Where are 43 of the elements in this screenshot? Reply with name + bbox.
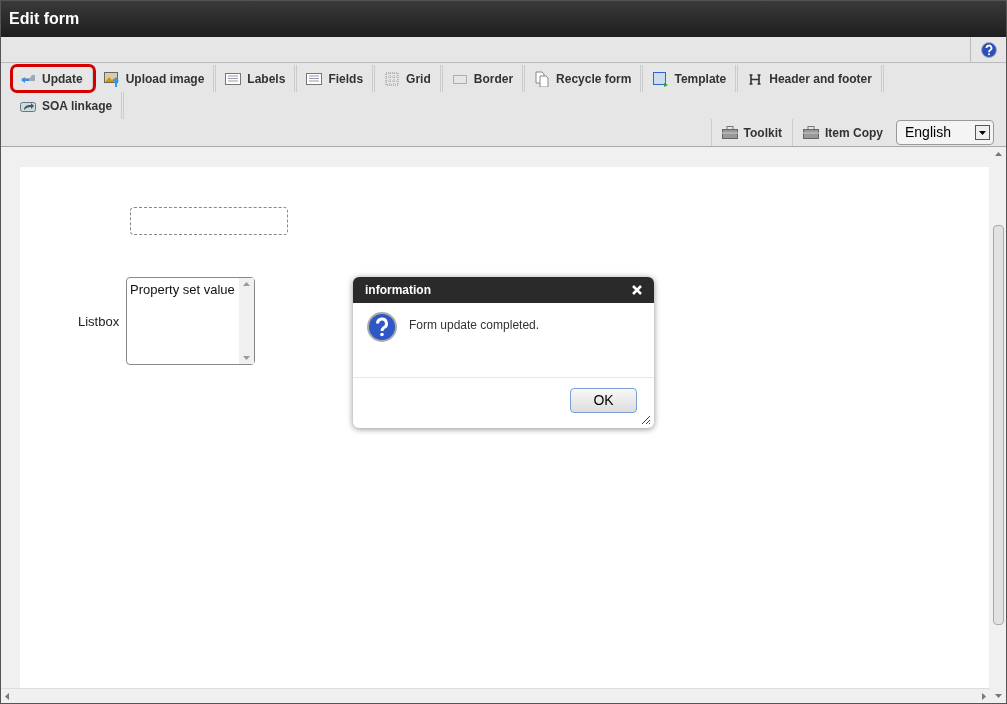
caret-icon [975, 125, 990, 140]
toolbar-button[interactable]: Labels [216, 65, 298, 92]
resize-handle-icon[interactable] [640, 414, 650, 424]
scroll-down-icon[interactable] [243, 356, 250, 360]
toolbar-button[interactable]: Fields [297, 65, 376, 92]
dialog-message: Form update completed. [409, 317, 540, 334]
scroll-up-icon[interactable] [994, 152, 1002, 156]
pages-icon [534, 70, 551, 87]
dialog-header: information [353, 277, 654, 303]
toolbox-icon [803, 126, 819, 139]
horizontal-scrollbar[interactable] [1, 688, 990, 703]
toolbar-button[interactable]: Update [11, 65, 95, 92]
toolbar-button[interactable]: Toolkit [710, 119, 792, 146]
arrow-icon [20, 73, 36, 84]
listbox[interactable]: Property set value [126, 277, 255, 365]
help-icon [980, 41, 997, 58]
scroll-down-icon[interactable] [994, 694, 1002, 698]
listbox-label: Listbox [78, 313, 120, 331]
toolbar-button[interactable]: Template [643, 65, 739, 92]
toolbar-button[interactable]: Recycle form [525, 65, 644, 92]
empty-field[interactable] [130, 207, 288, 235]
list-icon [225, 70, 242, 87]
ok-button[interactable]: OK [570, 388, 637, 413]
toolbar-button[interactable]: Grid [375, 65, 443, 92]
toolbar-button[interactable]: Upload image [94, 65, 217, 92]
toolbar-button[interactable]: SOA linkage [11, 92, 125, 119]
scroll-right-icon[interactable] [982, 692, 986, 700]
language-dropdown[interactable]: English [896, 120, 994, 145]
toolbar-button[interactable]: Header and footer [738, 65, 884, 92]
toolbox-icon [721, 126, 738, 139]
question-icon [367, 312, 397, 342]
grid-icon [384, 70, 401, 87]
scroll-thumb[interactable] [992, 225, 1004, 625]
scrollbar[interactable] [239, 278, 254, 364]
toolbar-button[interactable]: Border [442, 65, 526, 92]
window-title: Edit form [9, 9, 80, 29]
image-upload-icon [103, 70, 120, 87]
toolbar-button[interactable]: Item Copy [792, 119, 893, 146]
template-icon [652, 70, 669, 87]
scroll-left-icon[interactable] [5, 692, 9, 700]
close-icon[interactable] [632, 285, 642, 295]
scroll-up-icon[interactable] [243, 282, 250, 286]
list-icon [306, 70, 323, 87]
